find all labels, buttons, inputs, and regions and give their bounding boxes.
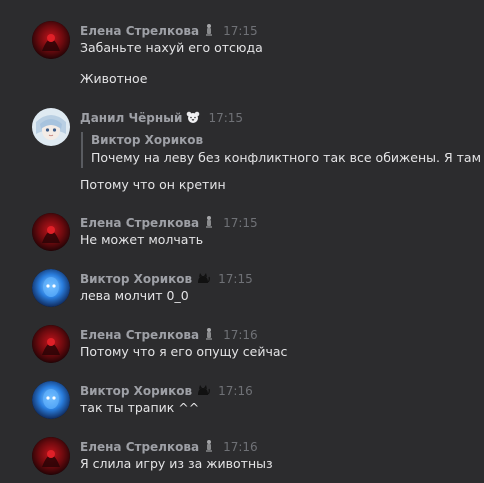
figurine-emoji-icon	[203, 439, 215, 453]
message-text: Не может молчать	[80, 232, 204, 247]
message-group: Виктор Хориков 17:16 так ты трапик ^^	[0, 381, 484, 421]
avatar[interactable]	[32, 21, 70, 59]
author-name[interactable]: Елена Стрелкова	[80, 440, 199, 454]
timestamp: 17:15	[223, 216, 258, 230]
figurine-emoji-icon	[203, 23, 215, 37]
reply-author-name: Виктор Хориков	[91, 133, 204, 147]
timestamp: 17:15	[223, 24, 258, 38]
message-header: Елена Стрелкова 17:16	[80, 437, 258, 455]
bear-face-emoji-icon	[186, 110, 200, 124]
message-text: лева молчит 0_0	[80, 288, 189, 303]
avatar[interactable]	[32, 269, 70, 307]
message-text: так ты трапик ^^	[80, 400, 200, 415]
message-header: Данил Чёрный 17:15	[80, 108, 243, 126]
message-header: Елена Стрелкова 17:16	[80, 325, 258, 343]
message-group: Данил Чёрный 17:15 Виктор Хориков Почему …	[0, 108, 484, 198]
timestamp: 17:15	[218, 272, 253, 286]
figurine-emoji-icon	[203, 215, 215, 229]
avatar[interactable]	[32, 108, 70, 146]
black-cat-emoji-icon	[196, 383, 211, 397]
avatar[interactable]	[32, 437, 70, 475]
message-text: Животное	[80, 71, 148, 86]
chat-history: Елена Стрелкова 17:15 Забаньте нахуй его …	[0, 0, 484, 483]
timestamp: 17:16	[218, 384, 253, 398]
timestamp: 17:16	[223, 440, 258, 454]
message-header: Елена Стрелкова 17:15	[80, 21, 258, 39]
black-cat-emoji-icon	[196, 271, 211, 285]
avatar[interactable]	[32, 381, 70, 419]
message-group: Елена Стрелкова 17:15 Забаньте нахуй его …	[0, 21, 484, 91]
message-text: Я слила игру из за животныз	[80, 456, 273, 471]
avatar[interactable]	[32, 325, 70, 363]
author-name[interactable]: Елена Стрелкова	[80, 24, 199, 38]
timestamp: 17:16	[223, 328, 258, 342]
timestamp: 17:15	[208, 111, 244, 125]
message-text: Потому что он кретин	[80, 177, 226, 192]
reply-text: Почему на леву без конфликтного так все …	[91, 150, 484, 165]
author-name[interactable]: Виктор Хориков	[80, 272, 192, 286]
author-name[interactable]: Елена Стрелкова	[80, 328, 199, 342]
figurine-emoji-icon	[203, 327, 215, 341]
message-text: Забаньте нахуй его отсюда	[80, 40, 263, 55]
message-header: Виктор Хориков 17:15	[80, 269, 253, 287]
message-header: Виктор Хориков 17:16	[80, 381, 253, 399]
author-name[interactable]: Виктор Хориков	[80, 384, 192, 398]
message-group: Елена Стрелкова 17:16 Я слила игру из за …	[0, 437, 484, 477]
message-group: Елена Стрелкова 17:16 Потому что я его оп…	[0, 325, 484, 365]
reply-quote[interactable]: Виктор Хориков Почему на леву без конфли…	[81, 132, 484, 168]
message-group: Виктор Хориков 17:15 лева молчит 0_0	[0, 269, 484, 309]
message-text: Потому что я его опущу сейчас	[80, 344, 288, 359]
author-name[interactable]: Елена Стрелкова	[80, 216, 199, 230]
message-group: Елена Стрелкова 17:15 Не может молчать	[0, 213, 484, 253]
avatar[interactable]	[32, 213, 70, 251]
message-header: Елена Стрелкова 17:15	[80, 213, 258, 231]
author-name[interactable]: Данил Чёрный	[80, 111, 182, 125]
